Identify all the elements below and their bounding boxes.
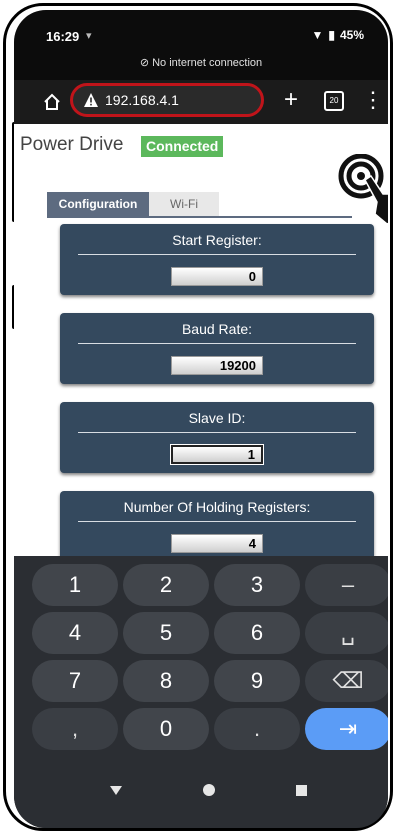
slave-id-card: Slave ID: 1 bbox=[60, 402, 374, 473]
status-bar: 16:29 ▾ ▼ ▮ 45% bbox=[14, 10, 388, 54]
baud-rate-card: Baud Rate: 19200 bbox=[60, 313, 374, 384]
numeric-keyboard: 1 2 3 – 4 5 6 ␣ 7 8 9 ⌫ , 0 . ⇥ bbox=[14, 556, 388, 764]
key-4[interactable]: 4 bbox=[32, 612, 118, 654]
connection-status-badge: Connected bbox=[141, 136, 224, 157]
key-2[interactable]: 2 bbox=[123, 564, 209, 606]
tap-gesture-icon bbox=[338, 154, 388, 225]
start-register-input[interactable]: 0 bbox=[171, 267, 263, 286]
card-divider bbox=[78, 343, 356, 344]
status-icons: ▼ ▮ 45% bbox=[311, 28, 364, 42]
holding-registers-label: Number Of Holding Registers: bbox=[123, 499, 311, 515]
tab-underline bbox=[47, 216, 352, 218]
browser-toolbar: 192.168.4.1 + 20 ⋮ bbox=[14, 80, 388, 124]
wifi-icon: ▼ bbox=[311, 28, 324, 42]
web-content: Power Drive Connected Configuration Wi-F… bbox=[14, 124, 388, 556]
tab-wifi[interactable]: Wi-Fi bbox=[149, 192, 219, 216]
url-text: 192.168.4.1 bbox=[105, 92, 179, 108]
tab-switcher-button[interactable]: 20 bbox=[324, 91, 344, 111]
slave-id-label: Slave ID: bbox=[188, 410, 246, 426]
card-divider bbox=[78, 521, 356, 522]
battery-icon: ▮ bbox=[328, 28, 335, 42]
new-tab-icon[interactable]: + bbox=[284, 86, 298, 114]
tab-configuration[interactable]: Configuration bbox=[47, 192, 149, 216]
not-secure-warning-icon[interactable] bbox=[83, 92, 99, 108]
home-button-icon[interactable] bbox=[203, 784, 215, 796]
key-1[interactable]: 1 bbox=[32, 564, 118, 606]
key-8[interactable]: 8 bbox=[123, 660, 209, 702]
holding-registers-input[interactable]: 4 bbox=[171, 534, 263, 553]
battery-level: 45% bbox=[339, 28, 364, 42]
key-9[interactable]: 9 bbox=[214, 660, 300, 702]
card-divider bbox=[78, 432, 356, 433]
home-icon[interactable] bbox=[42, 92, 62, 112]
slave-id-input[interactable]: 1 bbox=[170, 444, 264, 465]
key-6[interactable]: 6 bbox=[214, 612, 300, 654]
holding-registers-card: Number Of Holding Registers: 4 bbox=[60, 491, 374, 556]
baud-rate-input[interactable]: 19200 bbox=[171, 356, 263, 375]
card-divider bbox=[78, 254, 356, 255]
offline-text: No internet connection bbox=[152, 57, 263, 69]
system-nav-bar bbox=[14, 764, 388, 828]
key-7[interactable]: 7 bbox=[32, 660, 118, 702]
page-title: Power Drive bbox=[20, 134, 124, 155]
key-5[interactable]: 5 bbox=[123, 612, 209, 654]
menu-icon[interactable]: ⋮ bbox=[362, 88, 384, 112]
offline-banner: ⊘ No internet connection bbox=[14, 56, 388, 69]
address-bar[interactable]: 192.168.4.1 bbox=[70, 83, 264, 117]
key-comma[interactable]: , bbox=[32, 708, 118, 750]
start-register-label: Start Register: bbox=[172, 232, 262, 248]
phone-screen: 16:29 ▾ ▼ ▮ 45% ⊘ No internet connection… bbox=[14, 10, 388, 828]
recents-icon[interactable] bbox=[296, 785, 307, 796]
baud-rate-label: Baud Rate: bbox=[181, 321, 253, 337]
clock: 16:29 bbox=[46, 29, 80, 44]
start-register-card: Start Register: 0 bbox=[60, 224, 374, 295]
key-3[interactable]: 3 bbox=[214, 564, 300, 606]
signal-icon: ▾ bbox=[86, 30, 92, 42]
key-space[interactable]: ␣ bbox=[305, 612, 388, 654]
key-0[interactable]: 0 bbox=[123, 708, 209, 750]
key-minus[interactable]: – bbox=[305, 564, 388, 606]
back-icon[interactable] bbox=[110, 786, 122, 795]
cloud-off-icon: ⊘ bbox=[139, 57, 150, 69]
next-field-key[interactable]: ⇥ bbox=[305, 708, 388, 750]
backspace-key[interactable]: ⌫ bbox=[305, 660, 388, 702]
key-period[interactable]: . bbox=[214, 708, 300, 750]
